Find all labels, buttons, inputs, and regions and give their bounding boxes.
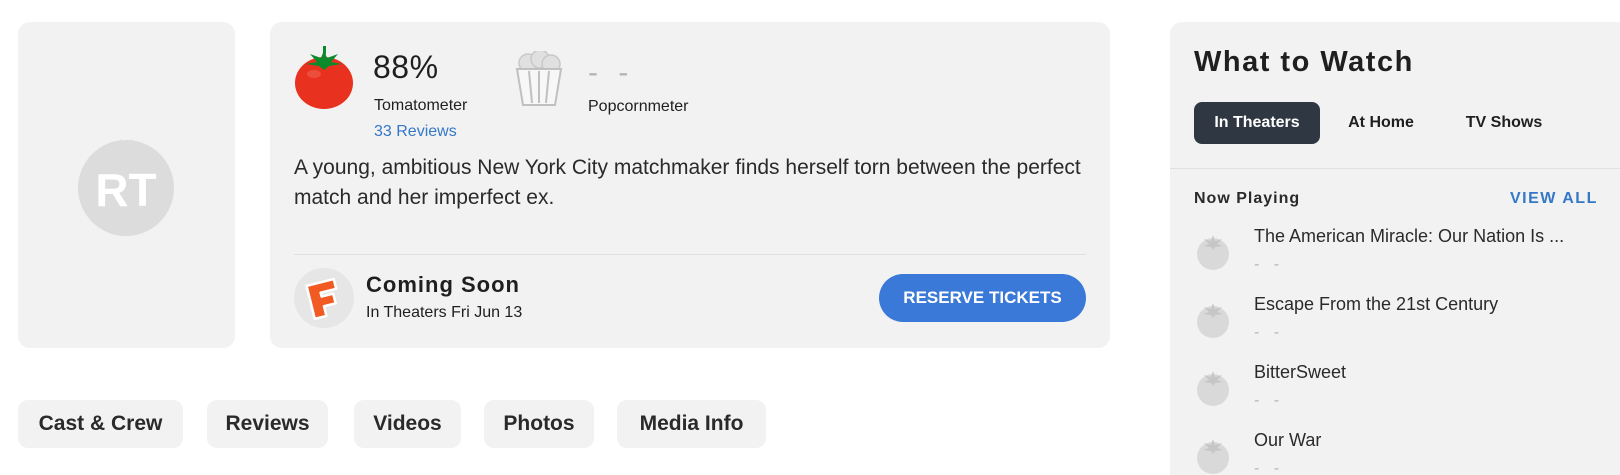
tab-media-info[interactable]: Media Info [617, 400, 766, 448]
tomato-icon [295, 46, 353, 109]
tab-tv-shows[interactable]: TV Shows [1442, 102, 1566, 144]
reviews-count-link[interactable]: 33 Reviews [374, 123, 457, 141]
tomato-placeholder-icon [1197, 235, 1229, 270]
movie-synopsis: A young, ambitious New York City matchma… [294, 156, 1081, 209]
what-to-watch-panel: What to Watch In Theaters At Home TV Sho… [1170, 22, 1620, 475]
now-playing-label: Now Playing [1194, 190, 1301, 207]
rt-logo-icon: RT [78, 138, 174, 236]
view-all-link[interactable]: VIEW ALL [1510, 190, 1598, 208]
movie-score: - - [1254, 460, 1285, 475]
movie-score: - - [1254, 392, 1285, 409]
movie-title: Our War [1254, 430, 1322, 450]
reserve-tickets-button[interactable]: RESERVE TICKETS [879, 274, 1086, 322]
tab-cast-crew[interactable]: Cast & Crew [18, 400, 183, 448]
tomatometer-label: Tomatometer [374, 97, 468, 114]
tomato-placeholder-icon [1197, 371, 1229, 406]
list-item[interactable]: BitterSweet - - [1194, 362, 1614, 424]
movie-score: - - [1254, 324, 1285, 341]
tomatometer-score: 88% [373, 49, 439, 85]
list-item[interactable]: Our War - - [1194, 430, 1614, 475]
popcorn-bucket-icon [515, 51, 563, 106]
svg-text:RT: RT [95, 164, 156, 216]
tab-at-home[interactable]: At Home [1326, 102, 1436, 144]
tab-reviews[interactable]: Reviews [207, 400, 328, 448]
tomato-placeholder-icon [1197, 439, 1229, 474]
popcornmeter-label: Popcornmeter [588, 98, 689, 115]
what-to-watch-title: What to Watch [1194, 46, 1414, 78]
movie-score: - - [1254, 256, 1285, 273]
tomato-placeholder-icon [1197, 303, 1229, 338]
score-card: 88% Tomatometer 33 Reviews - - Popcornme… [270, 22, 1110, 348]
tab-photos[interactable]: Photos [484, 400, 594, 448]
list-item[interactable]: Escape From the 21st Century - - [1194, 294, 1614, 356]
panel-divider [1170, 168, 1620, 169]
tab-in-theaters[interactable]: In Theaters [1194, 102, 1320, 144]
poster-placeholder: RT [18, 22, 235, 348]
popcornmeter-score: - - [588, 56, 635, 89]
coming-soon-heading: Coming Soon [366, 272, 520, 297]
fandango-icon [294, 268, 354, 328]
release-date: In Theaters Fri Jun 13 [366, 304, 523, 321]
movie-title: The American Miracle: Our Nation Is ... [1254, 226, 1565, 246]
movie-title: Escape From the 21st Century [1254, 294, 1499, 314]
card-divider [294, 254, 1086, 255]
movie-title: BitterSweet [1254, 362, 1347, 382]
tab-videos[interactable]: Videos [354, 400, 461, 448]
list-item[interactable]: The American Miracle: Our Nation Is ... … [1194, 226, 1614, 288]
